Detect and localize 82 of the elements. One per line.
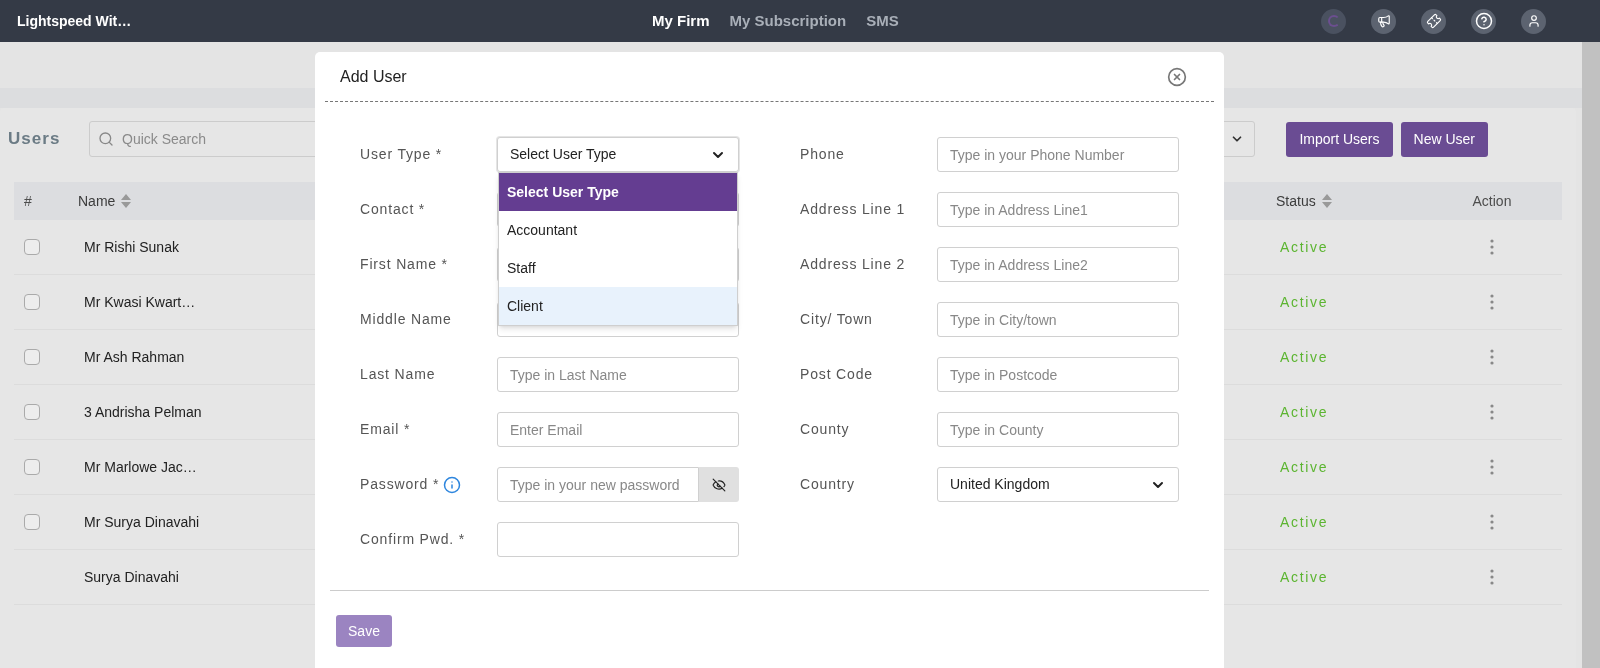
column-header: Action xyxy=(1472,191,1512,211)
select-field[interactable]: United Kingdom xyxy=(937,467,1179,502)
field-label: Address Line 2 xyxy=(800,255,906,274)
status-text: Active xyxy=(1280,293,1329,310)
user-name: Mr Ash Rahman xyxy=(84,348,185,365)
status-text: Active xyxy=(1280,458,1329,475)
row-checkbox[interactable] xyxy=(24,404,40,420)
more-icon[interactable] xyxy=(1490,404,1494,420)
input-field[interactable]: Type in your Phone Number xyxy=(937,137,1179,172)
field-label: Phone xyxy=(800,145,845,164)
field-label: County xyxy=(800,420,850,439)
crescent-icon[interactable] xyxy=(1321,8,1346,34)
help-icon[interactable] xyxy=(1471,8,1496,34)
user-name: 3 Andrisha Pelman xyxy=(84,403,202,420)
action-button[interactable]: New User xyxy=(1400,121,1488,157)
eye-off-icon xyxy=(712,477,726,492)
status-text: Active xyxy=(1280,348,1329,365)
field-label: Last Name xyxy=(360,365,436,384)
dropdown-option[interactable]: Staff xyxy=(499,249,737,287)
more-icon[interactable] xyxy=(1490,349,1494,365)
field-label: City/ Town xyxy=(800,310,873,329)
row-checkbox[interactable] xyxy=(24,514,40,530)
sort-icon[interactable] xyxy=(121,194,132,208)
close-icon[interactable] xyxy=(1167,66,1187,87)
field-label: Email * xyxy=(360,420,411,439)
input-field[interactable]: Type in Address Line2 xyxy=(937,247,1179,282)
field-label: Confirm Pwd. * xyxy=(360,530,466,549)
input-field[interactable]: Type in Address Line1 xyxy=(937,192,1179,227)
select-field[interactable]: Select User Type xyxy=(497,137,739,172)
search-icon xyxy=(98,131,114,147)
dialog-title: Add User xyxy=(340,66,407,87)
user-name: Mr Surya Dinavahi xyxy=(84,513,200,530)
user-name: Mr Marlowe Jac… xyxy=(84,458,197,475)
ticket-icon[interactable] xyxy=(1421,8,1446,34)
more-icon[interactable] xyxy=(1490,459,1494,475)
dropdown-option[interactable]: Select User Type xyxy=(499,173,737,211)
field-label: Address Line 1 xyxy=(800,200,906,219)
input-field[interactable] xyxy=(497,522,739,557)
status-text: Active xyxy=(1280,403,1329,420)
sort-icon[interactable] xyxy=(1321,194,1332,208)
dropdown-option[interactable]: Client xyxy=(499,287,737,325)
row-checkbox[interactable] xyxy=(24,239,40,255)
action-button[interactable]: Import Users xyxy=(1286,121,1393,157)
status-text: Active xyxy=(1280,513,1329,530)
dropdown-option[interactable]: Accountant xyxy=(499,211,737,249)
toggle-visibility-button[interactable] xyxy=(699,467,739,502)
user-name: Mr Kwasi Kwart… xyxy=(84,293,196,310)
row-checkbox[interactable] xyxy=(24,349,40,365)
field-label: Post Code xyxy=(800,365,873,384)
field-label: First Name * xyxy=(360,255,448,274)
megaphone-icon[interactable] xyxy=(1371,8,1396,34)
more-icon[interactable] xyxy=(1490,514,1494,530)
nav-link[interactable]: My Firm xyxy=(652,9,710,33)
row-checkbox[interactable] xyxy=(24,294,40,310)
more-icon[interactable] xyxy=(1490,294,1494,310)
status-text: Active xyxy=(1280,238,1329,255)
nav-link[interactable]: My Subscription xyxy=(729,9,847,33)
scrollbar[interactable] xyxy=(1582,42,1600,668)
input-field[interactable]: Type in Postcode xyxy=(937,357,1179,392)
more-icon[interactable] xyxy=(1490,239,1494,255)
column-header[interactable]: Name xyxy=(78,190,116,212)
status-text: Active xyxy=(1280,568,1329,585)
nav-link[interactable]: SMS xyxy=(866,9,899,33)
user-name: Mr Rishi Sunak xyxy=(84,238,179,255)
brand-name[interactable]: Lightspeed Wit… xyxy=(17,10,617,32)
info-icon[interactable] xyxy=(443,475,462,494)
input-field[interactable]: Type in Last Name xyxy=(497,357,739,392)
field-label: Password * xyxy=(360,475,440,494)
field-label: Middle Name xyxy=(360,310,452,329)
password-field[interactable]: Type in your new password xyxy=(497,467,699,502)
row-checkbox[interactable] xyxy=(24,459,40,475)
input-field[interactable]: Type in County xyxy=(937,412,1179,447)
user-icon[interactable] xyxy=(1521,8,1546,34)
more-icon[interactable] xyxy=(1490,569,1494,585)
input-field[interactable]: Type in City/town xyxy=(937,302,1179,337)
column-header[interactable]: Status xyxy=(1276,190,1316,212)
field-label: Country xyxy=(800,475,855,494)
field-label: Contact * xyxy=(360,200,426,219)
input-field[interactable]: Enter Email xyxy=(497,412,739,447)
user-name: Surya Dinavahi xyxy=(84,568,179,585)
column-header: # xyxy=(24,191,32,211)
page-title: Users xyxy=(8,128,62,151)
